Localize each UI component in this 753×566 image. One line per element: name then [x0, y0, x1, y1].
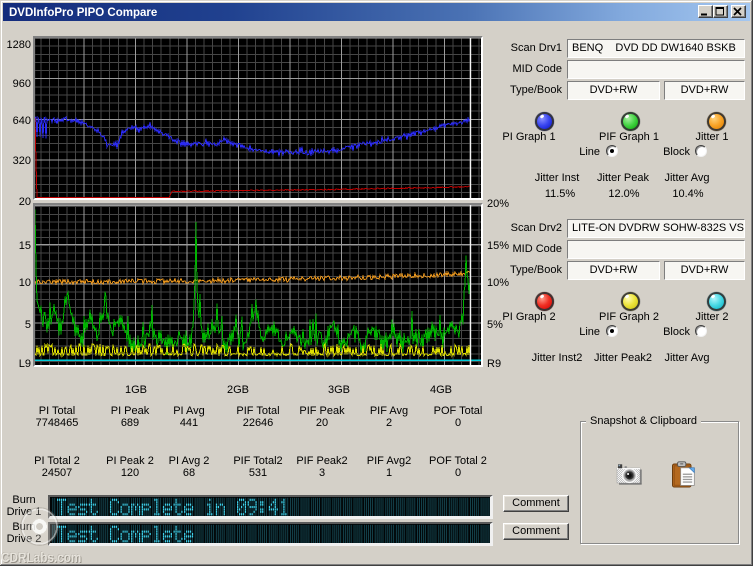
stat-label-row2-1: PI Total 2: [34, 455, 80, 467]
scan-drive2-label: Scan Drv2: [510, 222, 562, 234]
stat-value-row1-1: 7748465: [35, 417, 79, 429]
x-axis-tick-2GB: 2GB: [226, 384, 249, 396]
comment-drive1-button[interactable]: Comment: [503, 495, 569, 512]
line-mode2-label: Line: [579, 326, 600, 338]
grid-lines: [35, 38, 481, 198]
burn-drive1-status-display: [48, 495, 493, 519]
block-mode2-label: Block: [663, 326, 690, 338]
window-title: DVDInfoPro PIPO Compare: [9, 6, 158, 19]
type-book1-value-box-1: DVD+RW: [567, 81, 660, 100]
title-bar: DVDInfoPro PIPO Compare: [3, 3, 750, 21]
line-mode1-label: Line: [579, 146, 600, 158]
pif-axis-tick-right-20%: 20%: [487, 197, 510, 210]
camera-icon: [616, 464, 642, 485]
pi-graph1-label: PI Graph 1: [502, 131, 556, 143]
pif-graph2-led[interactable]: [620, 291, 640, 311]
pif-jitter-graph-canvas: [35, 205, 481, 365]
pi-graph-plot: [33, 36, 483, 200]
pi-graph2-led[interactable]: [535, 291, 554, 311]
jitter1-label: Jitter 1: [695, 131, 729, 143]
block-mode1-label: Block: [663, 146, 690, 158]
close-icon: [733, 7, 742, 16]
stat-value-row2-1: 24507: [41, 467, 73, 479]
burn-drive2-label-line2: Drive 2: [6, 533, 42, 545]
maximize-button[interactable]: [713, 5, 728, 18]
burn-drive2-status-display: [48, 522, 493, 546]
type-book2-value-box-2: DVD+RW: [664, 261, 745, 280]
scan-drive1-value-box: BENQ DVD DD DW1640 BSKB: [567, 39, 745, 58]
pif-graph1-led[interactable]: [620, 111, 640, 131]
series-pi-drive-1: [35, 115, 471, 157]
burn-drive2-label-line1: Burn: [12, 521, 36, 533]
line-mode1-radio[interactable]: [606, 145, 618, 157]
snapshot-clipboard-group: [580, 421, 739, 544]
jitter1-led[interactable]: [706, 111, 726, 131]
x-axis-tick-4GB: 4GB: [429, 384, 452, 396]
pi-graph2-label: PI Graph 2: [502, 311, 556, 323]
grid-lines: [35, 205, 481, 365]
close-button[interactable]: [731, 5, 746, 18]
layer-label-right: R9: [487, 357, 502, 370]
jitter2-led[interactable]: [706, 291, 726, 311]
stat-label-row1-7: POF Total: [433, 405, 483, 417]
stat-value-row2-7: 0: [454, 467, 462, 479]
scan-drive1-label: Scan Drv1: [510, 42, 562, 54]
cdrlabs-watermark: CDRLabs.com: [1, 549, 82, 565]
pi-axis-tick-960: 960: [12, 77, 31, 90]
snapshot-camera-button[interactable]: [616, 463, 643, 489]
mid-code1-value-box: [567, 60, 745, 79]
line-mode2-radio[interactable]: [606, 325, 618, 337]
clipboard-icon: [672, 461, 695, 488]
x-axis-tick-1GB: 1GB: [124, 384, 147, 396]
jitter2-label: Jitter 2: [695, 311, 729, 323]
layer-label-left: L9: [18, 357, 31, 370]
minimize-button[interactable]: [698, 5, 713, 18]
pi-graph-canvas: [35, 38, 481, 198]
comment-drive2-button[interactable]: Comment: [503, 523, 569, 540]
series-jitter-1: [35, 270, 471, 286]
pi-axis-tick-320: 320: [12, 154, 31, 167]
pi-axis-tick-1280: 1280: [6, 38, 31, 51]
stat-value-row1-7: 0: [454, 417, 462, 429]
snapshot-clipboard-group-label: Snapshot & Clipboard: [586, 415, 702, 427]
stat-label-row2-7: POF Total 2: [429, 455, 487, 467]
type-book1-value-box-2: DVD+RW: [664, 81, 745, 100]
pif-axis-tick-10: 10: [18, 276, 31, 289]
mid-code2-label: MID Code: [512, 243, 562, 255]
block-mode1-radio[interactable]: [695, 145, 707, 157]
minimize-icon: [701, 13, 707, 16]
mid-code1-label: MID Code: [512, 63, 562, 75]
burn-drive1-label-line2: Drive 1: [6, 506, 42, 518]
mid-code2-value-box: [567, 240, 745, 259]
scan-drive2-value-box: LITE-ON DVDRW SOHW-832S VS0B: [567, 219, 745, 238]
clipboard-copy-button[interactable]: [672, 461, 697, 491]
pi-axis-tick-20: 20: [18, 195, 31, 208]
maximize-icon: [715, 7, 724, 16]
pif-jitter-graph-plot: [33, 203, 483, 367]
pif-graph1-label: PIF Graph 1: [599, 131, 659, 143]
jitter-avg2-label: Jitter Avg: [664, 352, 710, 364]
series-pi-drive-2: [35, 117, 471, 198]
x-axis-tick-3GB: 3GB: [327, 384, 350, 396]
pi-axis-tick-640: 640: [12, 114, 31, 127]
type-book2-value-box-1: DVD+RW: [567, 261, 660, 280]
app-window: DVDInfoPro PIPO Compare 1280 960 640 320 20 1…: [0, 0, 753, 566]
block-mode2-radio[interactable]: [695, 325, 707, 337]
pif-axis-tick-right-10%: 10%: [487, 276, 510, 289]
jitter-avg1-label: Jitter Avg: [664, 172, 710, 184]
burn-drive1-label-line1: Burn: [12, 494, 36, 506]
pi-graph1-led[interactable]: [535, 111, 554, 131]
pif-graph2-label: PIF Graph 2: [599, 311, 659, 323]
pif-axis-tick-5: 5: [24, 318, 31, 331]
pif-axis-tick-15: 15: [18, 240, 31, 252]
type-book2-label: Type/Book: [510, 264, 562, 276]
stat-label-row1-1: PI Total: [38, 405, 76, 417]
type-book1-label: Type/Book: [510, 84, 562, 96]
jitter-avg1-value: 10.4%: [672, 188, 704, 200]
